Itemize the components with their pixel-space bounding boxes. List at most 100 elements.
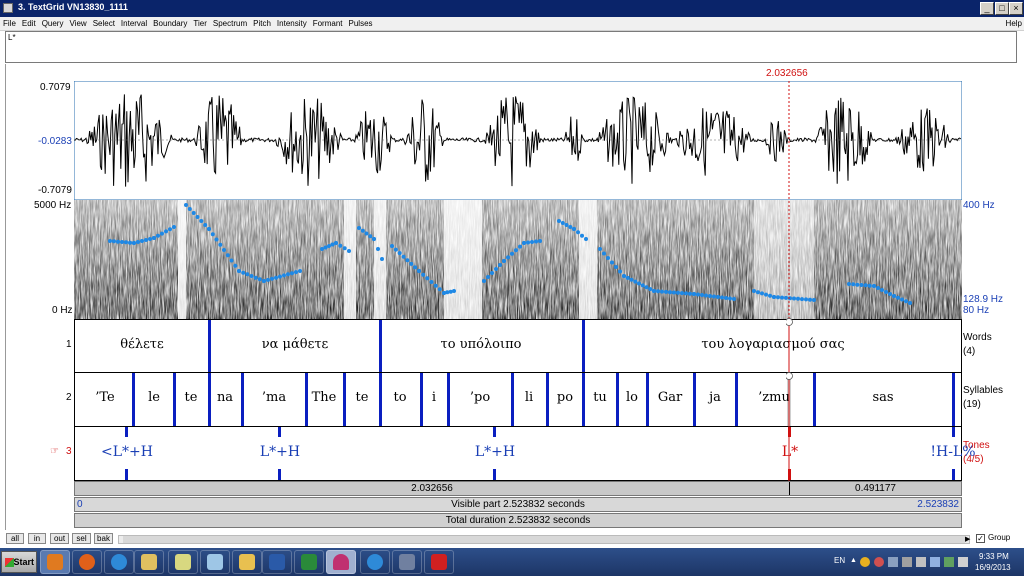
syllable-label[interactable]: te (185, 390, 198, 405)
menu-tier[interactable]: Tier (193, 17, 206, 30)
label-text-field[interactable]: L* (5, 31, 1017, 63)
tone-label[interactable]: L*+H (475, 444, 515, 460)
clock-time[interactable]: 9:33 PM (979, 552, 1009, 561)
menu-select[interactable]: Select (93, 17, 115, 30)
menu-spectrum[interactable]: Spectrum (213, 17, 247, 30)
syllable-label[interactable]: The (312, 390, 337, 405)
menu-help[interactable]: Help (1006, 17, 1022, 30)
language-indicator[interactable]: EN (834, 556, 845, 565)
pdf-icon[interactable] (424, 550, 454, 574)
syllable-boundary[interactable] (173, 373, 176, 426)
syllable-label[interactable]: na (217, 390, 233, 405)
menu-pulses[interactable]: Pulses (349, 17, 373, 30)
syllable-label[interactable]: li (525, 390, 533, 405)
media-player-icon[interactable] (40, 550, 70, 574)
syllable-boundary[interactable] (952, 373, 955, 426)
tier-tones[interactable]: <L*+H L*+H L*+H L* !H-L% (74, 426, 976, 481)
syllable-label[interactable]: ’ma (262, 390, 286, 405)
selection-info-bar[interactable]: 2.032656 0.491177 (74, 481, 962, 496)
visible-part-bar[interactable]: 0 Visible part 2.523832 seconds 2.523832 (74, 497, 962, 512)
syllable-label[interactable]: le (148, 390, 160, 405)
syllable-label[interactable]: sas (872, 390, 893, 405)
clock-date[interactable]: 16/9/2013 (975, 563, 1011, 572)
notepad-icon[interactable] (200, 550, 230, 574)
window-title-bar[interactable]: 3. TextGrid VN13830_1111 _ □ × (0, 0, 1024, 17)
tone-point-top[interactable] (278, 427, 281, 437)
tone-point-bottom[interactable] (278, 469, 281, 480)
syllable-boundary[interactable] (305, 373, 308, 426)
menu-view[interactable]: View (69, 17, 86, 30)
syllable-boundary[interactable] (616, 373, 619, 426)
menu-formant[interactable]: Formant (313, 17, 343, 30)
view-all-button[interactable]: all (6, 533, 24, 544)
tone-label[interactable]: !H-L% (930, 444, 975, 460)
syllable-boundary[interactable] (420, 373, 423, 426)
menu-query[interactable]: Query (42, 17, 64, 30)
start-button[interactable]: Start (1, 551, 37, 573)
total-duration-bar[interactable]: Total duration 2.523832 seconds (74, 513, 962, 528)
syllable-boundary[interactable] (735, 373, 738, 426)
syllable-label[interactable]: tu (593, 390, 607, 405)
syllable-label[interactable]: ja (709, 390, 721, 405)
scrollbar-thumb[interactable] (123, 536, 965, 543)
tray-app-icon[interactable] (860, 557, 870, 567)
tray-app-icon[interactable] (874, 557, 884, 567)
menu-interval[interactable]: Interval (121, 17, 147, 30)
syllable-boundary[interactable] (379, 373, 382, 426)
word-label[interactable]: του λογαριασμού σας (701, 337, 844, 352)
tone-point-top[interactable] (493, 427, 496, 437)
close-button[interactable]: × (1009, 2, 1023, 15)
word-label[interactable]: να μάθετε (262, 337, 329, 352)
horizontal-scrollbar[interactable] (118, 535, 970, 544)
tone-label[interactable]: L*+H (260, 444, 300, 460)
group-checkbox[interactable]: ✓ (976, 534, 985, 543)
explorer-icon[interactable] (134, 550, 164, 574)
scroll-right-arrow-icon[interactable]: ▶ (965, 535, 973, 544)
zoom-back-button[interactable]: bak (94, 533, 113, 544)
flag-icon[interactable] (930, 557, 940, 567)
syllable-boundary[interactable] (132, 373, 135, 426)
tone-point-bottom[interactable] (952, 469, 955, 480)
firefox-icon[interactable] (72, 550, 102, 574)
volume-icon[interactable] (958, 557, 968, 567)
tier-words-boundary[interactable] (208, 320, 211, 372)
menu-boundary[interactable]: Boundary (153, 17, 187, 30)
syllable-label[interactable]: lo (626, 390, 638, 405)
ie2-icon[interactable] (360, 550, 390, 574)
praat-icon[interactable] (326, 550, 356, 574)
maximize-button[interactable]: □ (995, 2, 1009, 15)
syllable-boundary[interactable] (813, 373, 816, 426)
syllable-boundary[interactable] (693, 373, 696, 426)
tier-syllables[interactable]: ’Te le te na ’ma The te to i ’po li po t… (74, 372, 962, 427)
menu-intensity[interactable]: Intensity (277, 17, 307, 30)
syllable-label[interactable]: Gar (658, 390, 682, 405)
syllable-label[interactable]: po (557, 390, 573, 405)
syllable-label[interactable]: te (356, 390, 369, 405)
tray-app-icon[interactable] (888, 557, 898, 567)
syllable-label[interactable]: to (393, 390, 406, 405)
syllable-boundary[interactable] (582, 373, 585, 426)
menu-edit[interactable]: Edit (22, 17, 36, 30)
syllable-boundary[interactable] (646, 373, 649, 426)
syllable-boundary[interactable] (447, 373, 450, 426)
syllable-label[interactable]: ’Te (95, 390, 115, 405)
network-icon[interactable] (916, 557, 926, 567)
syllable-label[interactable]: i (432, 390, 436, 405)
word-icon[interactable] (262, 550, 292, 574)
tone-point-top[interactable] (952, 427, 955, 437)
menu-file[interactable]: File (3, 17, 16, 30)
excel-icon[interactable] (294, 550, 324, 574)
folder-icon[interactable] (168, 550, 198, 574)
tone-point-bottom[interactable] (125, 469, 128, 480)
tier-words-boundary[interactable] (379, 320, 382, 372)
ie-icon[interactable] (104, 550, 134, 574)
menu-pitch[interactable]: Pitch (253, 17, 271, 30)
syllable-boundary[interactable] (241, 373, 244, 426)
tone-point-top[interactable] (125, 427, 128, 437)
syllable-boundary[interactable] (546, 373, 549, 426)
word-label[interactable]: θέλετε (120, 337, 163, 352)
cursor-handle-track[interactable] (786, 316, 794, 496)
zoom-out-button[interactable]: out (50, 533, 69, 544)
tone-label[interactable]: <L*+H (101, 444, 153, 460)
outlook-icon[interactable] (232, 550, 262, 574)
